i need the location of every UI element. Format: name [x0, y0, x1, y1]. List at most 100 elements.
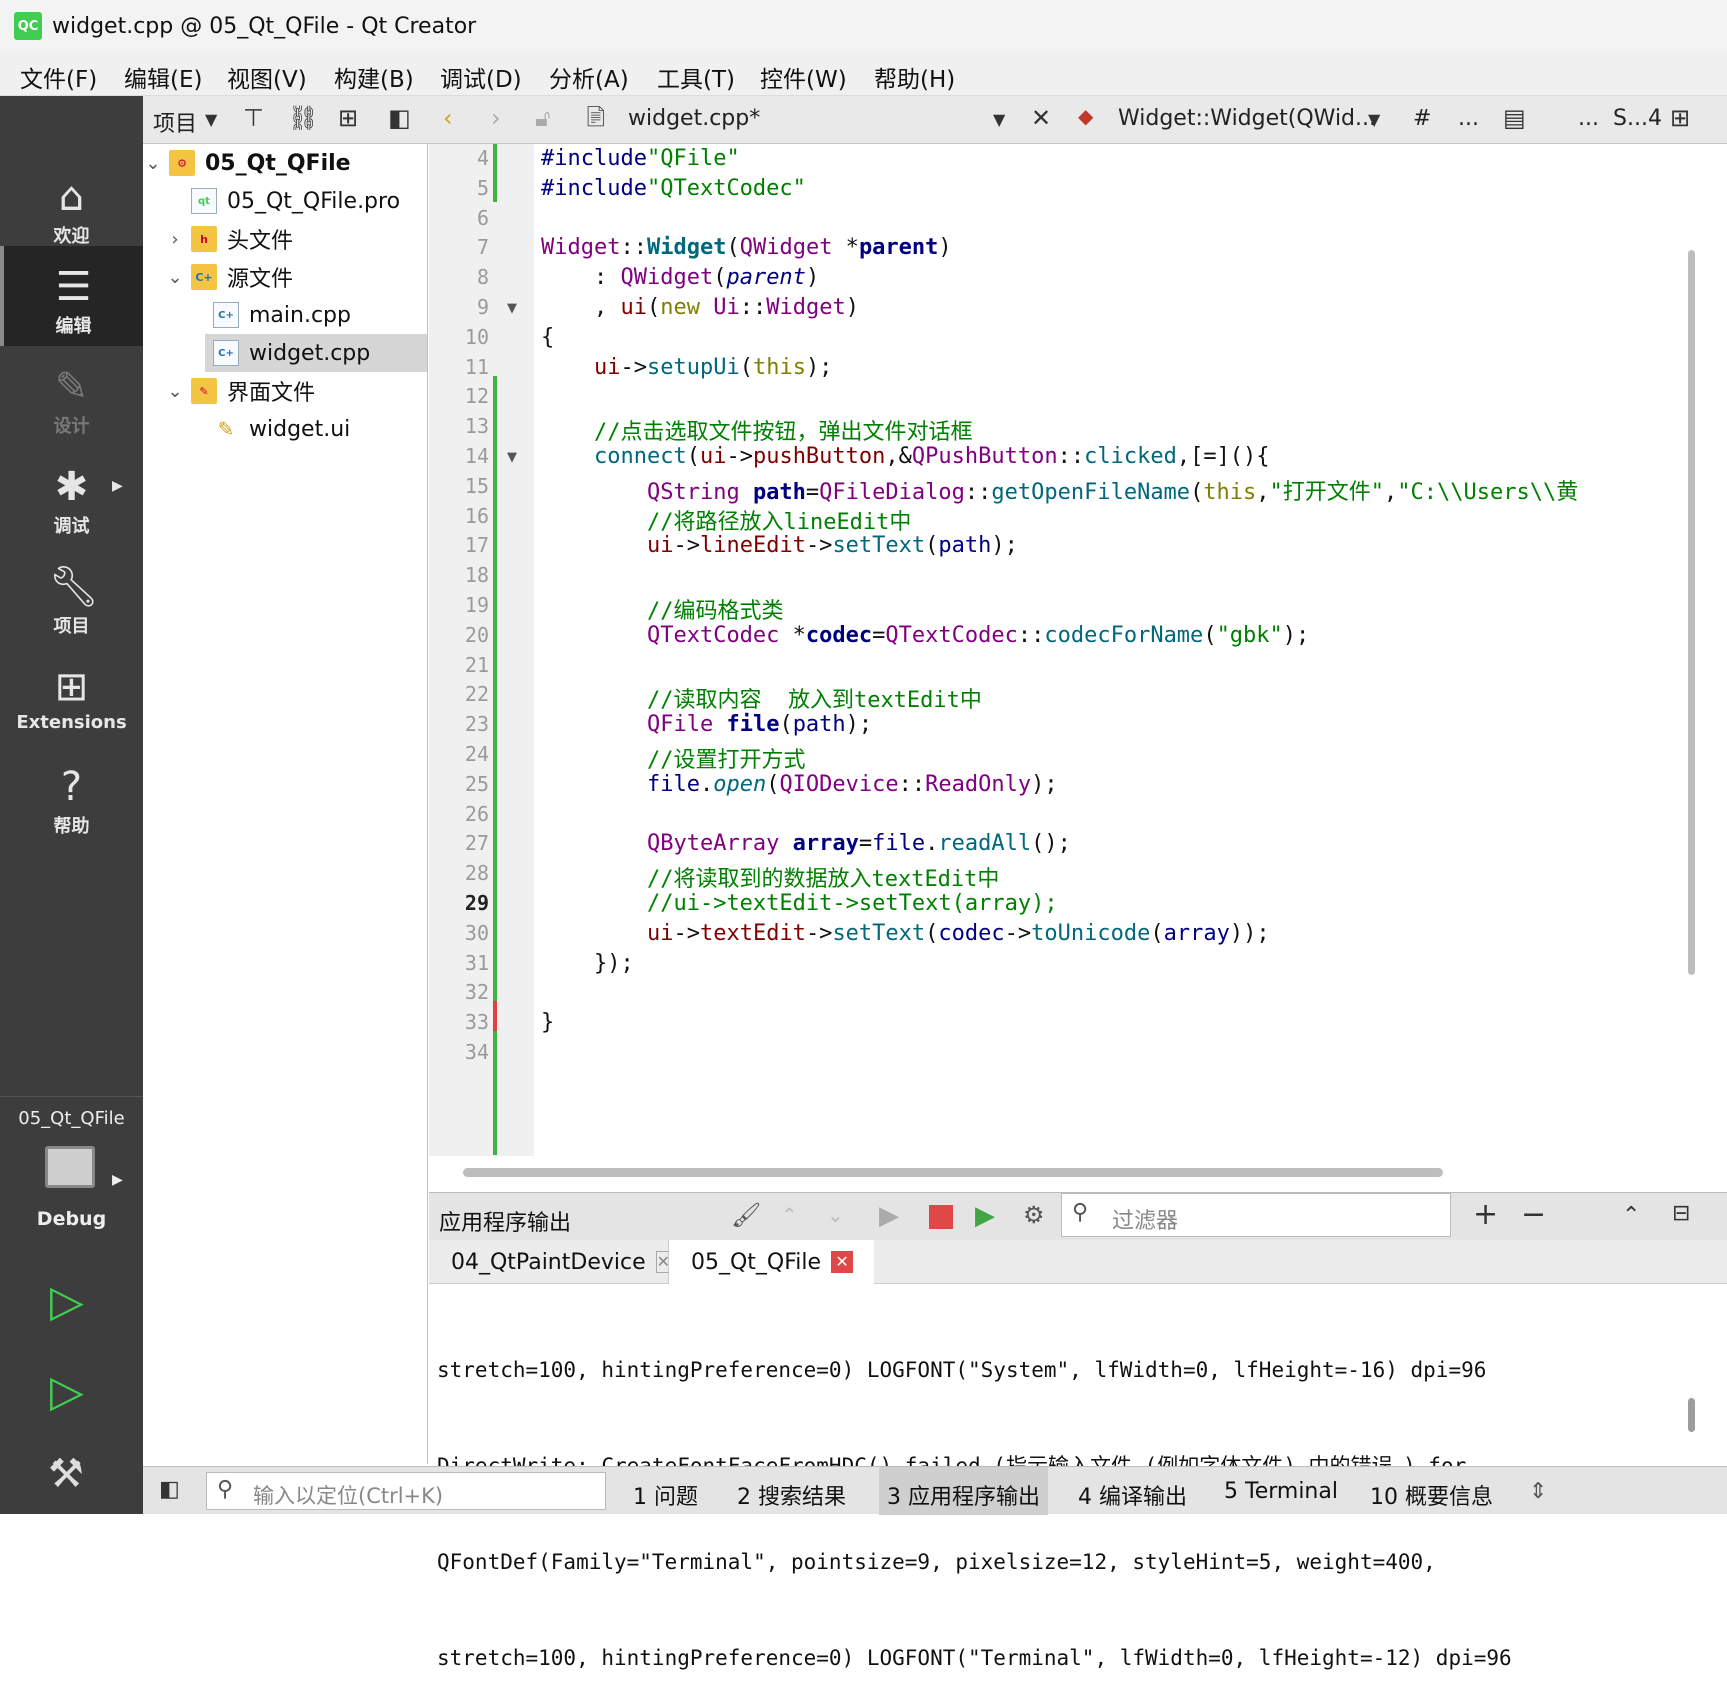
- code-line[interactable]: //读取内容 放入到textEdit中: [541, 682, 982, 714]
- tree-item-pro-file[interactable]: qt 05_Qt_QFile.pro: [191, 182, 400, 220]
- menu-analyze[interactable]: 分析(A): [549, 60, 629, 94]
- menu-view[interactable]: 视图(V): [227, 60, 307, 94]
- remove-icon[interactable]: −: [1521, 1197, 1546, 1232]
- hash-button[interactable]: #: [1413, 106, 1431, 131]
- tree-item-widget-cpp[interactable]: C+ widget.cpp: [205, 334, 427, 372]
- locator-input[interactable]: ⚲ 输入以定位(Ctrl+K): [206, 1472, 606, 1510]
- debug-run-icon[interactable]: ▷: [50, 1366, 84, 1417]
- code-line[interactable]: });: [541, 951, 634, 976]
- split-add-icon[interactable]: ⊞: [1670, 104, 1690, 132]
- code-line[interactable]: QString path=QFileDialog::getOpenFileNam…: [541, 474, 1578, 506]
- status-tab-compile-output[interactable]: 4 编译输出: [1078, 1479, 1187, 1511]
- code-line[interactable]: ui->textEdit->setText(codec->toUnicode(a…: [541, 921, 1270, 946]
- status-tab-search-results[interactable]: 2 搜索结果: [737, 1479, 846, 1511]
- menu-debug[interactable]: 调试(D): [440, 60, 522, 94]
- project-view-selector[interactable]: 项目: [153, 106, 197, 138]
- horizontal-scrollbar[interactable]: [463, 1168, 1443, 1177]
- code-line[interactable]: //编码格式类: [541, 593, 784, 625]
- split-add-icon[interactable]: ⊞: [338, 104, 358, 132]
- stop-icon[interactable]: [929, 1205, 953, 1229]
- code-line[interactable]: QByteArray array=file.readAll();: [541, 831, 1071, 856]
- code-line[interactable]: //ui->textEdit->setText(array);: [541, 891, 1058, 916]
- mode-extensions[interactable]: ⊞ Extensions: [0, 646, 143, 746]
- mode-welcome[interactable]: ⌂ 欢迎: [0, 156, 143, 256]
- tree-item-forms[interactable]: ⌄ ✎ 界面文件: [165, 372, 315, 410]
- chevron-down-icon[interactable]: ⌄: [143, 153, 163, 174]
- code-line[interactable]: file.open(QIODevice::ReadOnly);: [541, 772, 1058, 797]
- chevron-down-icon[interactable]: ⌄: [165, 267, 185, 288]
- vertical-scrollbar[interactable]: [1688, 250, 1695, 975]
- close-pane-icon[interactable]: ⊟: [1672, 1201, 1690, 1226]
- status-tab-issues[interactable]: 1 问题: [633, 1479, 698, 1511]
- more-button-2[interactable]: ...: [1578, 106, 1599, 131]
- code-line[interactable]: connect(ui->pushButton,&QPushButton::cli…: [541, 444, 1270, 469]
- menu-file[interactable]: 文件(F): [20, 60, 97, 94]
- chevron-right-icon[interactable]: ›: [165, 229, 185, 250]
- menu-help[interactable]: 帮助(H): [874, 60, 955, 94]
- function-selector[interactable]: Widget::Widget(QWid...: [1118, 106, 1376, 131]
- output-tab-paintdevice[interactable]: 04_QtPaintDevice ✕: [429, 1240, 672, 1284]
- output-scrollbar[interactable]: [1688, 1398, 1695, 1432]
- code-line[interactable]: QFile file(path);: [541, 712, 872, 737]
- tree-item-widget-ui[interactable]: ✎ widget.ui: [213, 410, 351, 448]
- fold-marker-icon[interactable]: ▼: [507, 301, 517, 316]
- status-tab-terminal[interactable]: 5 Terminal: [1224, 1479, 1338, 1504]
- code-line[interactable]: , ui(new Ui::Widget): [541, 295, 859, 320]
- code-line[interactable]: }: [541, 1010, 554, 1035]
- mode-edit[interactable]: ☰ 编辑: [0, 246, 143, 346]
- output-tab-qfile[interactable]: 05_Qt_QFile ✕: [669, 1240, 874, 1284]
- down-arrow-icon[interactable]: ⌄: [827, 1203, 844, 1227]
- build-hammer-icon[interactable]: ⚒: [48, 1451, 84, 1497]
- up-arrow-icon[interactable]: ⌃: [781, 1203, 798, 1227]
- menu-build[interactable]: 构建(B): [334, 60, 414, 94]
- status-tab-overview[interactable]: 10 概要信息: [1370, 1479, 1493, 1511]
- tree-item-sources[interactable]: ⌄ C+ 源文件: [165, 258, 293, 296]
- toggle-sidebar-icon[interactable]: ◧: [159, 1477, 180, 1502]
- fold-marker-icon[interactable]: ▼: [507, 450, 517, 465]
- mode-debug[interactable]: ✱ 调试 ▶: [0, 446, 143, 546]
- debug-attach-icon[interactable]: ▶: [975, 1201, 995, 1231]
- mode-projects[interactable]: 🔧︎ 项目: [0, 546, 143, 646]
- more-tabs-icon[interactable]: ⇕: [1529, 1479, 1547, 1504]
- code-line[interactable]: #include"QTextCodec": [541, 176, 806, 201]
- close-document-icon[interactable]: ✕: [1031, 104, 1051, 132]
- tree-item-main-cpp[interactable]: C+ main.cpp: [213, 296, 351, 334]
- mode-design[interactable]: ✎ 设计: [0, 346, 143, 446]
- code-line[interactable]: //点击选取文件按钮，弹出文件对话框: [541, 414, 973, 446]
- clear-output-icon[interactable]: 🖌︎: [731, 1201, 761, 1229]
- tree-item-project[interactable]: ⌄ ⚙ 05_Qt_QFile: [143, 144, 351, 182]
- split-selector[interactable]: S...4: [1613, 106, 1662, 131]
- menu-tools[interactable]: 工具(T): [657, 60, 735, 94]
- code-line[interactable]: #include"QFile": [541, 146, 740, 171]
- code-line[interactable]: QTextCodec *codec=QTextCodec::codecForNa…: [541, 623, 1309, 648]
- code-line[interactable]: Widget::Widget(QWidget *parent): [541, 235, 952, 260]
- code-editor[interactable]: 4 5 6 7 8 9 ▼ 10 11 12 13 14 ▼ 15 16 17 18 19 20 21 22 23 24 25…: [429, 144, 1672, 1160]
- chevron-down-icon[interactable]: ▼: [205, 110, 217, 129]
- mode-help[interactable]: ? 帮助: [0, 746, 143, 846]
- chevron-down-icon[interactable]: ▼: [1368, 110, 1380, 129]
- code-line[interactable]: : QWidget(parent): [541, 265, 819, 290]
- run-icon[interactable]: ▷: [50, 1276, 84, 1327]
- menu-controls[interactable]: 控件(W): [760, 60, 847, 94]
- forward-arrow-icon[interactable]: ›: [491, 104, 501, 132]
- close-icon[interactable]: ✕: [831, 1251, 854, 1273]
- code-line[interactable]: {: [541, 325, 554, 350]
- maximize-pane-icon[interactable]: ⌃: [1622, 1203, 1640, 1228]
- outline-icon[interactable]: ▤: [1503, 104, 1526, 132]
- settings-gear-icon[interactable]: ⚙: [1023, 1201, 1045, 1229]
- more-button[interactable]: ...: [1458, 106, 1479, 131]
- link-icon[interactable]: ⛓: [288, 104, 318, 132]
- tree-item-headers[interactable]: › h 头文件: [165, 220, 293, 258]
- rerun-icon[interactable]: ▶: [879, 1201, 899, 1231]
- code-line[interactable]: ui->lineEdit->setText(path);: [541, 533, 1018, 558]
- monitor-icon[interactable]: [45, 1146, 95, 1188]
- open-file-selector[interactable]: widget.cpp*: [628, 106, 760, 131]
- back-arrow-icon[interactable]: ‹: [443, 104, 453, 132]
- code-line[interactable]: ui->setupUi(this);: [541, 355, 832, 380]
- filter-icon[interactable]: ⊤: [243, 104, 264, 132]
- code-line[interactable]: //将路径放入lineEdit中: [541, 504, 911, 536]
- add-icon[interactable]: +: [1473, 1197, 1498, 1232]
- status-tab-app-output[interactable]: 3 应用程序输出: [879, 1467, 1048, 1515]
- code-line[interactable]: //设置打开方式: [541, 742, 806, 774]
- menu-edit[interactable]: 编辑(E): [124, 60, 202, 94]
